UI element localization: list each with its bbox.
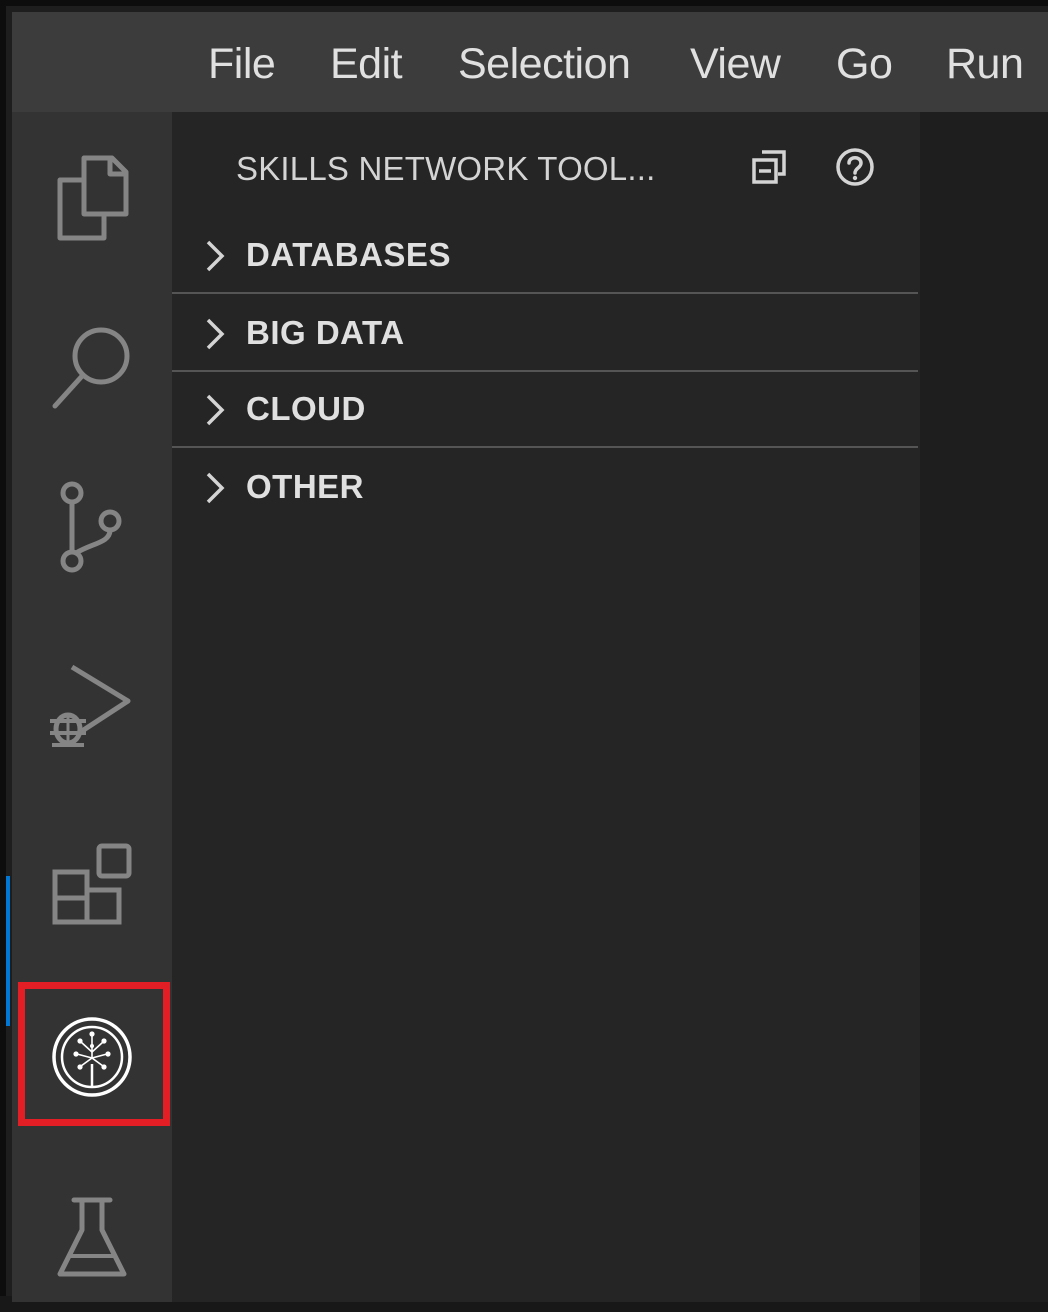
activity-testing[interactable]	[12, 1162, 172, 1312]
activity-extensions[interactable]	[12, 812, 172, 962]
divider	[172, 370, 918, 372]
editor-area[interactable]	[920, 112, 1048, 1302]
vscode-window: File Edit Selection View Go Run SKILLS N…	[0, 0, 1048, 1302]
divider	[172, 292, 918, 294]
section-label: DATABASES	[246, 236, 451, 273]
divider	[172, 446, 918, 448]
menu-view[interactable]: View	[690, 40, 781, 89]
sidebar: SKILLS NETWORK TOOL... DATABASES BIG DAT…	[172, 112, 920, 1302]
chevron-right-icon	[206, 472, 225, 504]
run-debug-icon	[50, 664, 131, 747]
extensions-icon	[52, 843, 132, 925]
highlight-box	[18, 982, 170, 1126]
search-icon	[52, 327, 130, 409]
menu-selection[interactable]: Selection	[458, 40, 631, 89]
active-indicator	[6, 876, 10, 1026]
chevron-right-icon	[206, 240, 225, 272]
help-button[interactable]	[830, 142, 880, 192]
activity-run-debug[interactable]	[12, 632, 172, 782]
activity-explorer[interactable]	[12, 122, 172, 272]
collapse-all-button[interactable]	[744, 142, 794, 192]
activity-search[interactable]	[12, 292, 172, 442]
menu-edit[interactable]: Edit	[330, 40, 403, 89]
menu-bar: File Edit Selection View Go Run	[12, 12, 1048, 112]
menu-file[interactable]: File	[208, 40, 276, 89]
help-icon	[836, 148, 874, 186]
section-label: CLOUD	[246, 390, 366, 427]
activity-source-control[interactable]	[12, 452, 172, 602]
testing-icon	[57, 1197, 127, 1277]
sidebar-title: SKILLS NETWORK TOOL...	[236, 150, 656, 187]
collapse-all-icon	[752, 150, 786, 184]
menu-go[interactable]: Go	[836, 40, 893, 89]
chevron-right-icon	[206, 318, 225, 350]
section-label: OTHER	[246, 468, 364, 505]
explorer-icon	[57, 155, 129, 241]
chevron-right-icon	[206, 394, 225, 426]
source-control-icon	[60, 481, 122, 573]
menu-run[interactable]: Run	[946, 40, 1024, 89]
section-label: BIG DATA	[246, 314, 405, 351]
